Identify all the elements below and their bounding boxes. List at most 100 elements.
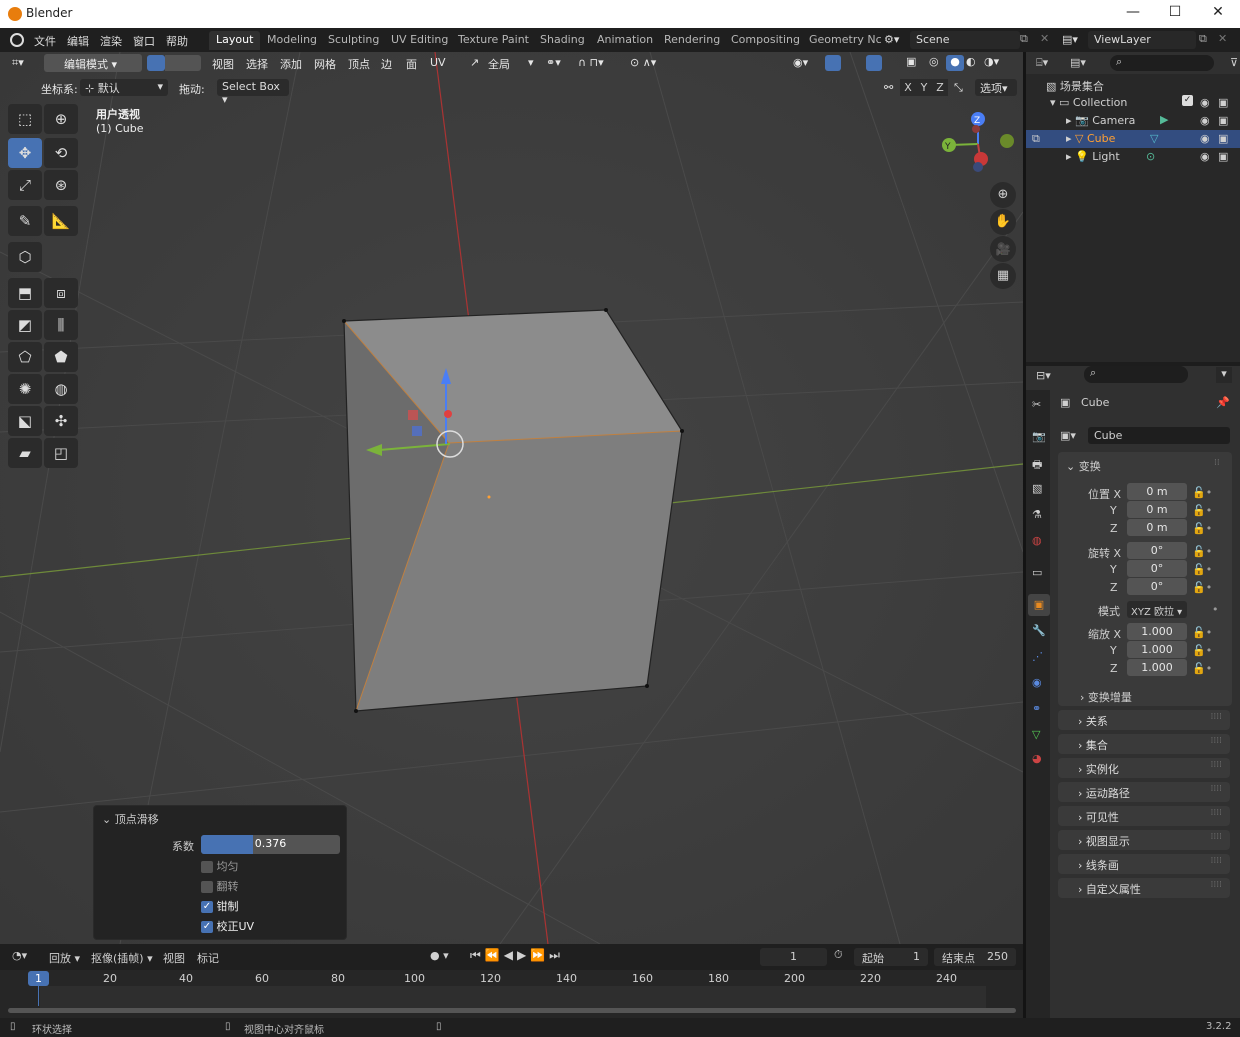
remove-view-layer-icon[interactable]: ✕ bbox=[1218, 32, 1227, 45]
remove-scene-icon[interactable]: ✕ bbox=[1040, 32, 1049, 45]
snap-icon[interactable]: ∩ ⊓▾ bbox=[578, 56, 604, 69]
overlay-toggle-icon[interactable] bbox=[866, 55, 882, 71]
menu-render[interactable]: 渲染 bbox=[100, 33, 122, 49]
menu-keying[interactable]: 抠像(插帧) ▾ bbox=[91, 950, 153, 966]
mode-dropdown[interactable]: 编辑模式 ▾ bbox=[44, 54, 142, 72]
camera-data-icon[interactable]: ▶ bbox=[1160, 113, 1168, 126]
tab-sculpting[interactable]: Sculpting bbox=[321, 31, 386, 50]
mirror-y-toggle[interactable]: Y bbox=[916, 79, 932, 96]
mirror-icon[interactable]: ⚯ bbox=[884, 81, 893, 94]
lock-icon[interactable]: 🔓• bbox=[1192, 581, 1212, 594]
edge-slide-tool-icon[interactable]: ⬕ bbox=[8, 406, 42, 436]
constraints-tab-icon[interactable]: ⚭ bbox=[1032, 702, 1041, 715]
datablock-icon[interactable]: ▣▾ bbox=[1060, 429, 1076, 442]
rip-tool-icon[interactable]: ◰ bbox=[44, 438, 78, 468]
rotation-z-field[interactable]: 0° bbox=[1127, 578, 1187, 595]
proportional-edit-icon[interactable]: ⊙ ∧▾ bbox=[630, 56, 656, 69]
section-motion-paths[interactable]: › 运动路径 ⁞⁞⁞⁞ bbox=[1058, 782, 1230, 802]
maximize-button[interactable]: ☐ bbox=[1160, 4, 1190, 24]
stopwatch-icon[interactable]: ⏱ bbox=[834, 948, 843, 962]
tab-texture-paint[interactable]: Texture Paint bbox=[451, 31, 536, 50]
even-checkbox[interactable] bbox=[201, 861, 213, 873]
menu-file[interactable]: 文件 bbox=[34, 33, 56, 49]
menu-select[interactable]: 选择 bbox=[246, 56, 268, 72]
option-clamp[interactable]: ✓ 钳制 bbox=[201, 898, 239, 914]
menu-playback[interactable]: 回放 ▾ bbox=[49, 950, 80, 966]
properties-search-icon[interactable]: ⌕ bbox=[1084, 366, 1188, 383]
scene-selector-icon[interactable]: ⚙▾ bbox=[884, 33, 899, 46]
object-tab-icon[interactable]: ▣ bbox=[1028, 594, 1050, 616]
knife-tool-icon[interactable]: ⬠ bbox=[8, 342, 42, 372]
cube-mesh[interactable] bbox=[342, 308, 684, 713]
wireframe-shading-icon[interactable]: ◎ bbox=[929, 55, 939, 68]
scale-x-field[interactable]: 1.000 bbox=[1127, 623, 1187, 640]
delta-transform-subpanel[interactable]: › 变换增量 bbox=[1080, 689, 1132, 705]
pan-hand-icon[interactable]: ✋ bbox=[990, 209, 1016, 235]
view-layer-field[interactable]: ViewLayer bbox=[1088, 31, 1196, 49]
new-view-layer-icon[interactable]: ⧉ bbox=[1199, 32, 1207, 46]
xray-toggle-icon[interactable]: ▣ bbox=[906, 55, 916, 68]
lock-icon[interactable]: 🔓• bbox=[1192, 626, 1212, 639]
mirror-z-toggle[interactable]: Z bbox=[932, 79, 948, 96]
view-layer-icon[interactable]: ▤▾ bbox=[1062, 33, 1078, 46]
lock-icon[interactable]: 🔓• bbox=[1192, 522, 1212, 535]
outliner-item-cube-content[interactable]: ▸ ▽ Cube bbox=[1066, 132, 1115, 145]
section-visibility[interactable]: › 可见性 ⁞⁞⁞⁞ bbox=[1058, 806, 1230, 826]
face-select-mode-icon[interactable] bbox=[183, 55, 201, 71]
rotation-y-field[interactable]: 0° bbox=[1127, 560, 1187, 577]
options-dropdown[interactable]: 选项▾ bbox=[975, 79, 1017, 96]
transform-orientation-dropdown[interactable]: 全局 bbox=[488, 56, 510, 72]
correct-uv-checkbox[interactable]: ✓ bbox=[201, 921, 213, 933]
menu-mesh[interactable]: 网格 bbox=[314, 56, 336, 72]
panel-header[interactable]: ⌄ 顶点滑移 bbox=[102, 811, 159, 827]
tab-modeling[interactable]: Modeling bbox=[260, 31, 324, 50]
blender-menu-icon[interactable] bbox=[10, 33, 24, 47]
tab-animation[interactable]: Animation bbox=[590, 31, 660, 50]
render-tab-icon[interactable]: 📷 bbox=[1032, 430, 1046, 443]
measure-tool-icon[interactable]: 📐 bbox=[44, 206, 78, 236]
physics-tab-icon[interactable]: ◉ bbox=[1032, 676, 1042, 689]
timeline-area[interactable]: 1 20 40 60 80 100 120 140 160 180 200 22… bbox=[0, 970, 1023, 1018]
shear-tool-icon[interactable]: ▰ bbox=[8, 438, 42, 468]
vertex-select-mode-icon[interactable] bbox=[147, 55, 165, 71]
tab-geometry-nodes[interactable]: Geometry Nc bbox=[802, 31, 889, 50]
world-tab-icon[interactable]: ◍ bbox=[1032, 534, 1042, 547]
scene-tab-icon[interactable]: ⚗ bbox=[1032, 508, 1042, 521]
tab-layout[interactable]: Layout bbox=[209, 31, 261, 50]
rendered-shading-icon[interactable]: ◑▾ bbox=[984, 55, 999, 68]
option-correct-uv[interactable]: ✓ 校正UV bbox=[201, 918, 254, 934]
poly-build-tool-icon[interactable]: ⬟ bbox=[44, 342, 78, 372]
clamp-checkbox[interactable]: ✓ bbox=[201, 901, 213, 913]
outliner-item-light[interactable]: ▸ 💡 Light bbox=[1066, 150, 1120, 163]
exclude-checkbox[interactable]: ✓ bbox=[1182, 95, 1193, 106]
section-viewport-display[interactable]: › 视图显示 ⁞⁞⁞⁞ bbox=[1058, 830, 1230, 850]
scene-collection-row[interactable]: ▧ 场景集合 bbox=[1046, 78, 1104, 94]
scale-tool-icon[interactable]: ⤢ bbox=[8, 170, 42, 200]
record-icon[interactable]: ● ▾ bbox=[430, 949, 449, 962]
menu-timeline-view[interactable]: 视图 bbox=[163, 950, 185, 966]
perspective-toggle-icon[interactable]: ▦ bbox=[990, 263, 1016, 289]
rotation-mode-dropdown[interactable]: XYZ 欧拉 ▾ bbox=[1127, 601, 1187, 618]
drag-handle-icon[interactable]: ⁞⁞ bbox=[1214, 458, 1220, 468]
cursor-tool-icon[interactable]: ⊕ bbox=[44, 104, 78, 134]
view-layer-tab-icon[interactable]: ▧ bbox=[1032, 482, 1042, 495]
bevel-tool-icon[interactable]: ◩ bbox=[8, 310, 42, 340]
material-shading-icon[interactable]: ◐ bbox=[966, 55, 976, 68]
tool-tab-icon[interactable]: ✂ bbox=[1032, 398, 1041, 411]
data-tab-icon[interactable]: ▽ bbox=[1032, 728, 1040, 741]
chevron-down-icon[interactable]: ▾ bbox=[1216, 367, 1232, 383]
shrink-fatten-tool-icon[interactable]: ✣ bbox=[44, 406, 78, 436]
annotate-tool-icon[interactable]: ✎ bbox=[8, 206, 42, 236]
mirror-x-toggle[interactable]: X bbox=[900, 79, 916, 96]
timeline-scrollbar[interactable] bbox=[8, 1008, 1016, 1013]
rotate-tool-icon[interactable]: ⟲ bbox=[44, 138, 78, 168]
tab-shading[interactable]: Shading bbox=[533, 31, 592, 50]
visibility-icon[interactable]: ◉▾ bbox=[793, 56, 808, 69]
edit-mode-icon[interactable]: ⧉ bbox=[1032, 132, 1040, 146]
lock-icon[interactable]: 🔓• bbox=[1192, 662, 1212, 675]
start-frame-field[interactable]: 起始 1 bbox=[854, 948, 928, 966]
lock-icon[interactable]: 🔓• bbox=[1192, 563, 1212, 576]
menu-edge[interactable]: 边 bbox=[381, 56, 392, 72]
location-x-field[interactable]: 0 m bbox=[1127, 483, 1187, 500]
location-z-field[interactable]: 0 m bbox=[1127, 519, 1187, 536]
